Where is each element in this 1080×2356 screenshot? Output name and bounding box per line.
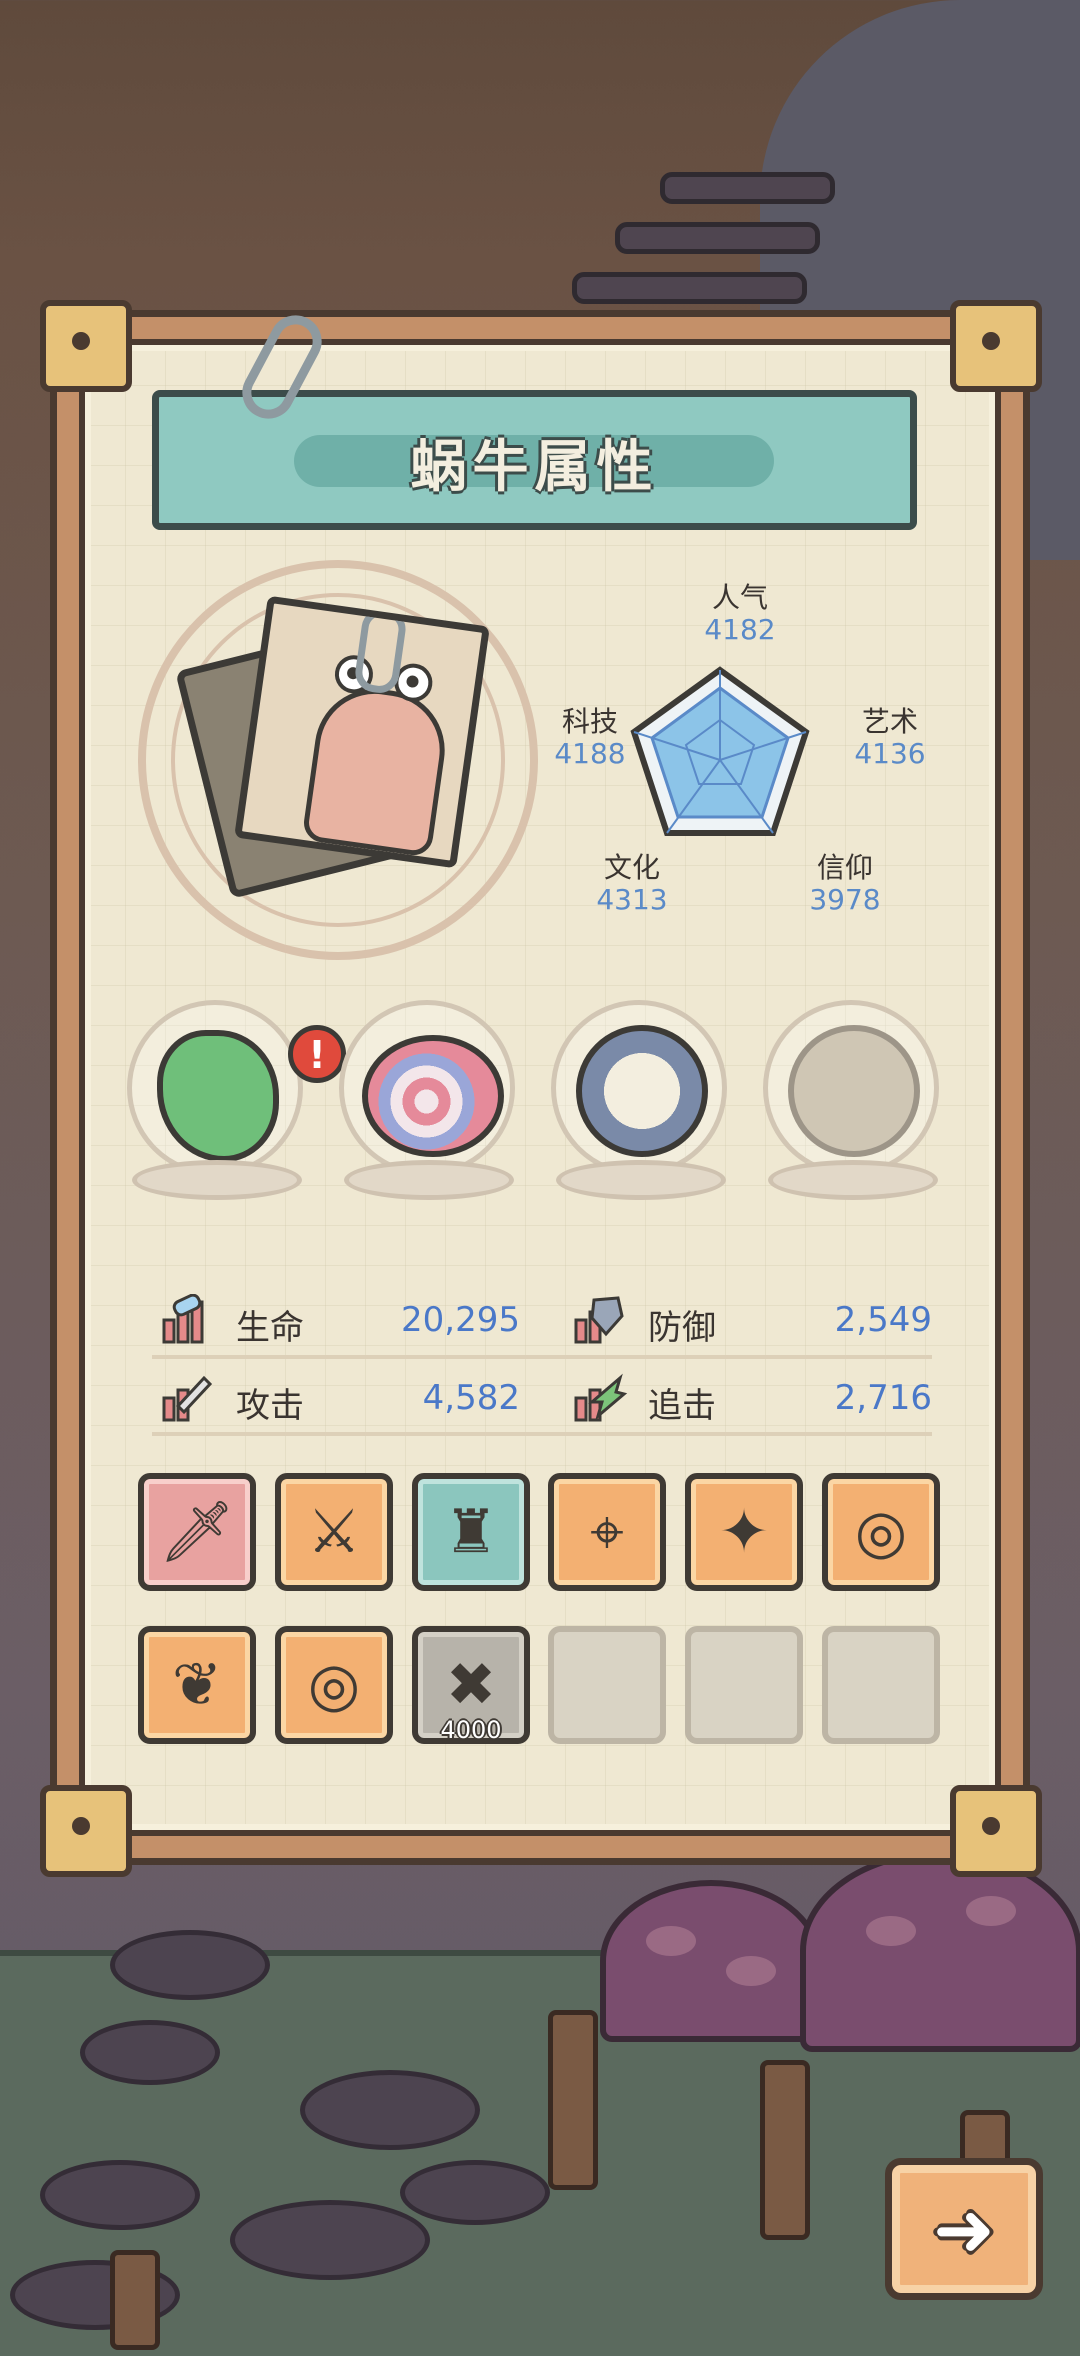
right-arrow-icon: ➜ xyxy=(932,2187,995,2273)
radar-culture-value: 4313 xyxy=(596,883,668,916)
stats-divider xyxy=(152,1355,932,1359)
radar-art-label: 艺术 xyxy=(861,705,918,738)
ring-icon: ◎ xyxy=(307,1650,361,1720)
radar-label-culture: 文化 4313 xyxy=(572,852,692,916)
stat-hp-label: 生命 xyxy=(236,1308,304,1348)
background-beam xyxy=(660,172,835,204)
scope-icon: ⌖ xyxy=(590,1497,624,1567)
radar-faith-value: 3978 xyxy=(809,883,881,916)
stats-divider xyxy=(152,1432,932,1436)
background-fence-post xyxy=(760,2060,810,2240)
equipment-slot-scope[interactable]: ⌖ xyxy=(548,1473,666,1591)
snail-portrait[interactable] xyxy=(234,595,490,869)
amulet-icon: ✦ xyxy=(718,1497,770,1567)
background-mushroom xyxy=(600,1880,822,2042)
stat-hp-value: 20,295 xyxy=(401,1300,520,1340)
background-stone xyxy=(300,2070,480,2150)
stat-attack-value: 4,582 xyxy=(422,1378,520,1418)
relic-slot-dna[interactable] xyxy=(122,1000,312,1210)
stat-hp: 生命 20,295 xyxy=(160,1290,520,1350)
background-stone xyxy=(40,2160,200,2230)
equipment-slot-ring-2[interactable]: ◎ xyxy=(275,1626,393,1744)
equipment-slot-locked[interactable]: ✖ 4000 xyxy=(412,1626,530,1744)
background-fence-post xyxy=(110,2250,160,2350)
equipment-slot-dagger[interactable]: 🗡 xyxy=(138,1473,256,1591)
unlock-cost: 4000 xyxy=(440,1716,502,1744)
stat-attack: 攻击 4,582 xyxy=(160,1368,520,1428)
radar-culture-label: 文化 xyxy=(603,851,660,884)
ring-icon: ◎ xyxy=(854,1497,908,1567)
panel-corner-bracket xyxy=(950,1785,1042,1877)
chase-icon xyxy=(574,1373,628,1422)
background-stone xyxy=(110,1930,270,2000)
sword-icon: ⚔ xyxy=(307,1497,361,1567)
radar-label-faith: 信仰 3978 xyxy=(785,852,905,916)
radar-tech-label: 科技 xyxy=(561,705,618,738)
equipment-slot-empty[interactable] xyxy=(548,1626,666,1744)
radar-faith-label: 信仰 xyxy=(816,851,873,884)
equipment-slot-amulet[interactable]: ✦ xyxy=(685,1473,803,1591)
radar-popularity-label: 人气 xyxy=(711,581,768,614)
radar-label-popularity: 人气 4182 xyxy=(680,582,800,646)
next-button[interactable]: ➜ xyxy=(885,2158,1043,2300)
armor-icon: ♜ xyxy=(444,1497,498,1567)
relic-slot-shell[interactable] xyxy=(334,1000,524,1210)
relic-slot-compass[interactable] xyxy=(546,1000,736,1210)
radar-tech-value: 4188 xyxy=(554,737,626,770)
stat-defense: 防御 2,549 xyxy=(572,1290,932,1350)
spiral-shell-icon xyxy=(362,1035,504,1157)
panel-corner-bracket xyxy=(40,1785,132,1877)
hp-icon xyxy=(162,1294,204,1344)
background-fence-post xyxy=(548,2010,598,2190)
background-stone xyxy=(80,2020,220,2085)
equipment-slot-armor[interactable]: ♜ xyxy=(412,1473,530,1591)
background-beam xyxy=(615,222,820,254)
background-stone xyxy=(230,2200,430,2280)
background-beam xyxy=(572,272,807,304)
attack-icon xyxy=(162,1375,213,1422)
stat-defense-value: 2,549 xyxy=(834,1300,932,1340)
defense-icon xyxy=(574,1296,624,1344)
locked-slot-icon: ✖ xyxy=(445,1650,497,1720)
equipment-slot-empty[interactable] xyxy=(822,1626,940,1744)
stat-chase-value: 2,716 xyxy=(834,1378,932,1418)
radar-label-tech: 科技 4188 xyxy=(530,706,650,770)
dagger-icon: 🗡 xyxy=(158,1497,236,1567)
stone-relic-icon xyxy=(788,1025,920,1157)
stat-attack-label: 攻击 xyxy=(236,1386,304,1426)
equipment-slot-sword[interactable]: ⚔ xyxy=(275,1473,393,1591)
equipment-slot-wing[interactable]: ❦ xyxy=(138,1626,256,1744)
equipment-slot-ring[interactable]: ◎ xyxy=(822,1473,940,1591)
page-title: 蜗牛属性 xyxy=(410,435,659,500)
compass-icon xyxy=(576,1025,708,1157)
stat-chase-label: 追击 xyxy=(648,1386,716,1426)
attribute-radar-chart xyxy=(630,666,810,836)
panel-corner-bracket xyxy=(950,300,1042,392)
background-stone xyxy=(400,2160,550,2225)
panel-corner-bracket xyxy=(40,300,132,392)
snail-icon xyxy=(301,681,453,858)
radar-art-value: 4136 xyxy=(854,737,926,770)
stat-defense-label: 防御 xyxy=(648,1308,716,1348)
radar-popularity-value: 4182 xyxy=(704,613,776,646)
relic-slot-stone[interactable] xyxy=(758,1000,948,1210)
background-mushroom xyxy=(800,1850,1080,2052)
equipment-slot-empty[interactable] xyxy=(685,1626,803,1744)
stat-chase: 追击 2,716 xyxy=(572,1368,932,1428)
radar-label-art: 艺术 4136 xyxy=(830,706,950,770)
wing-icon: ❦ xyxy=(171,1650,223,1720)
